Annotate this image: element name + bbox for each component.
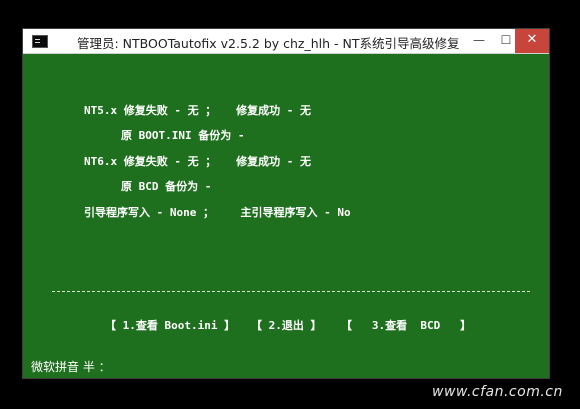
nt5-status-line: NT5.x 修复失败 - 无 ； 修复成功 - 无: [84, 104, 311, 117]
nt6-backup-line: 原 BCD 备份为 -: [121, 180, 212, 193]
nt6-status-line: NT6.x 修复失败 - 无 ； 修复成功 - 无: [84, 155, 311, 168]
menu-option-view-bcd[interactable]: 【 3.查看 BCD 】: [341, 319, 471, 333]
window-title: 管理员: NTBOOTautofix v2.5.2 by chz_hlh - N…: [77, 36, 460, 51]
watermark: www.cfan.com.cn: [432, 384, 563, 400]
separator-line: [52, 291, 530, 292]
menu-option-view-bootini[interactable]: 【 1.查看 Boot.ini 】: [105, 319, 235, 333]
console-output[interactable]: NT5.x 修复失败 - 无 ； 修复成功 - 无 原 BOOT.INI 备份为…: [23, 54, 549, 378]
console-window: 管理员: NTBOOTautofix v2.5.2 by chz_hlh - N…: [22, 28, 550, 379]
title-bar[interactable]: 管理员: NTBOOTautofix v2.5.2 by chz_hlh - N…: [23, 29, 549, 54]
nt5-backup-line: 原 BOOT.INI 备份为 -: [121, 129, 245, 142]
console-app-icon[interactable]: [32, 35, 48, 48]
boot-write-line: 引导程序写入 - None ； 主引导程序写入 - No: [84, 206, 351, 219]
ime-status-bar: 微软拼音 半 ：: [31, 360, 111, 374]
close-button[interactable]: ✕: [515, 29, 549, 53]
menu-option-exit[interactable]: 【 2.退出 】: [251, 319, 322, 333]
minimize-button[interactable]: —: [466, 29, 492, 53]
